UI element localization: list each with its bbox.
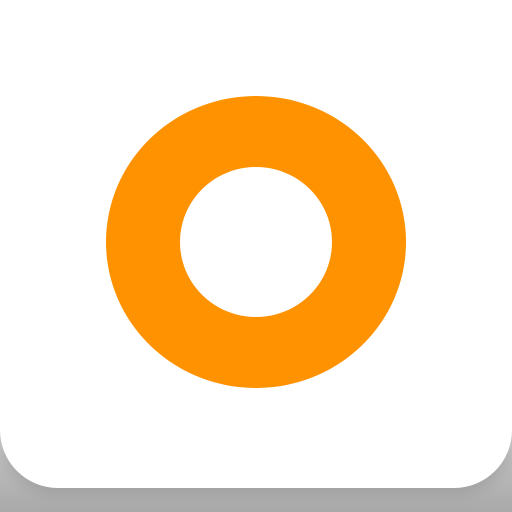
ring-shape [106,96,406,388]
app-icon-screen: { "app_icon": { "icon": "orange-ring-ico… [0,0,512,512]
app-icon-tile[interactable] [0,0,512,488]
orange-ring-icon [106,96,406,388]
